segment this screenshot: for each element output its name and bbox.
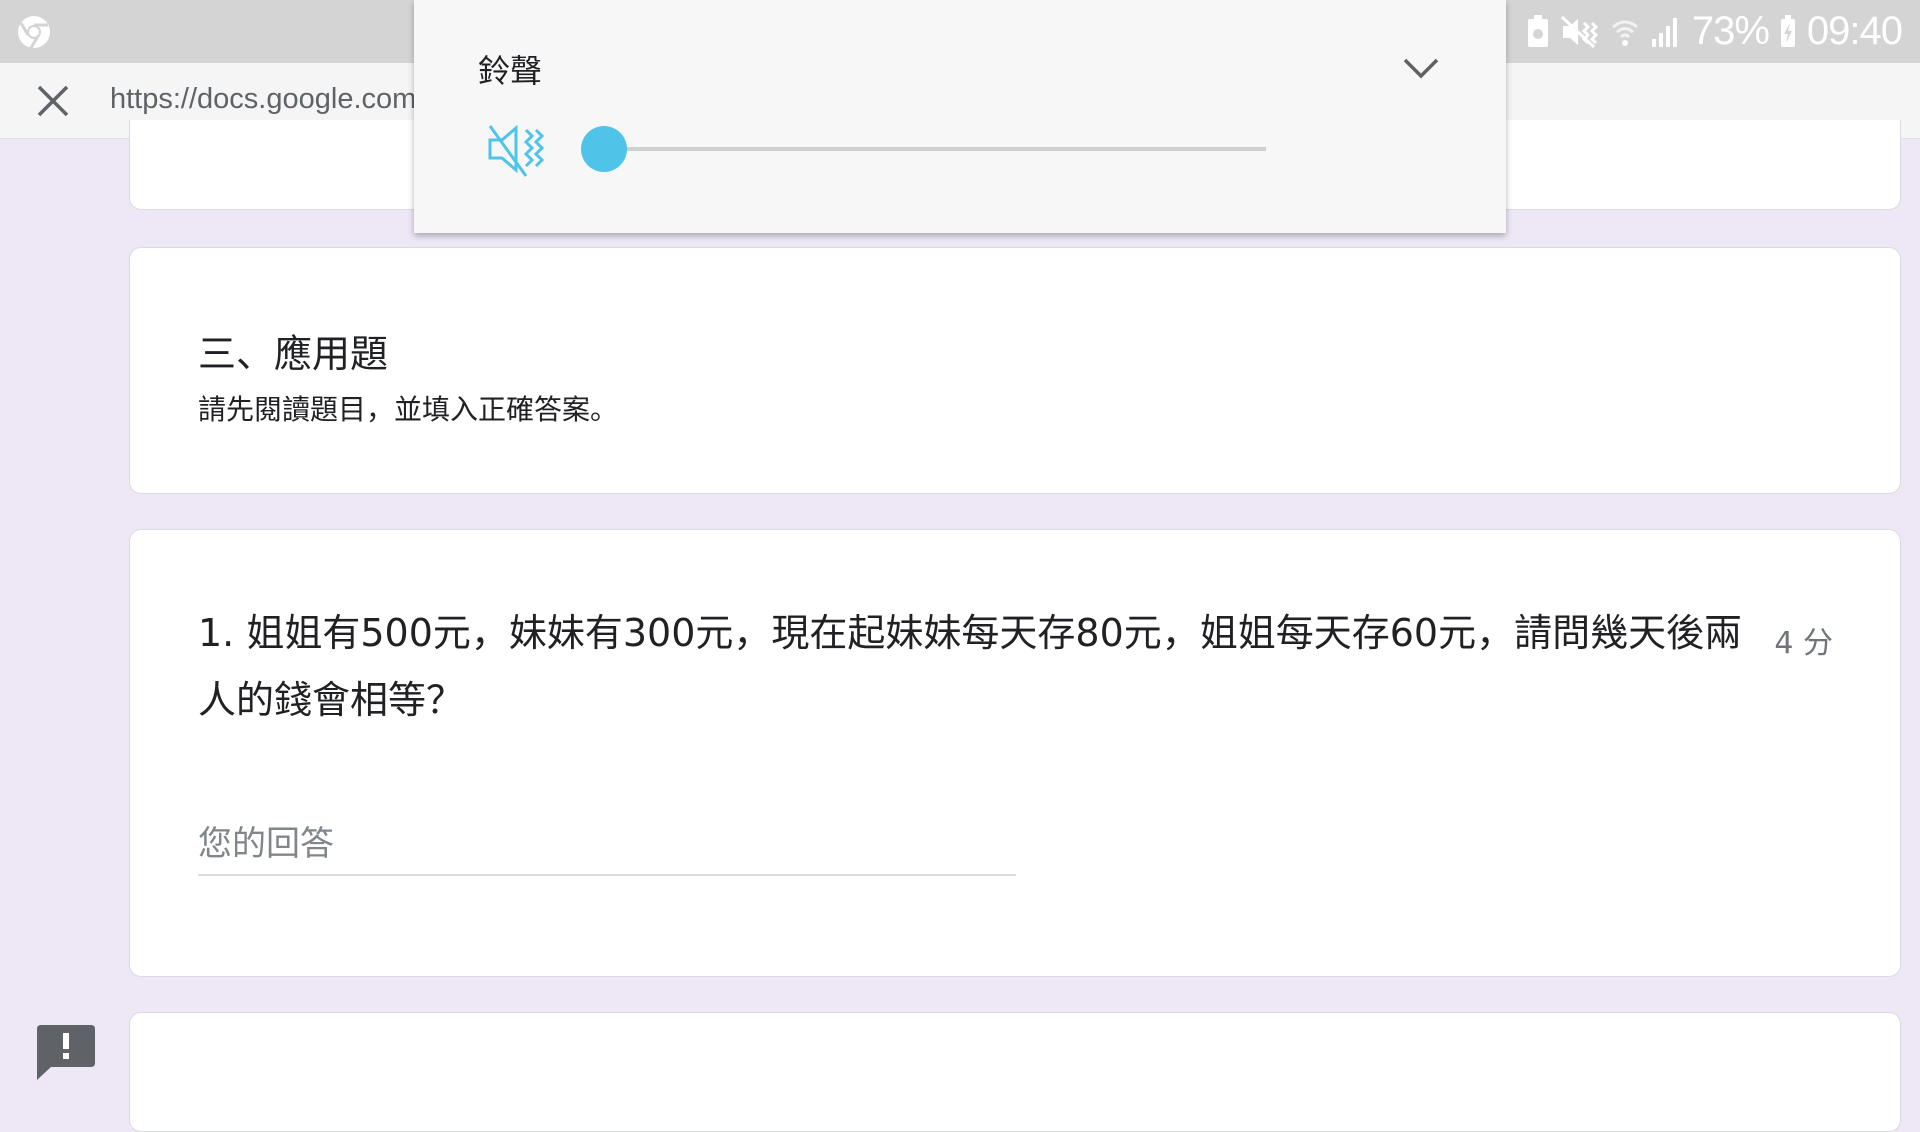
question-card: 1. 姐姐有500元，妹妹有300元，現在起妹妹每天存80元，姐姐每天存60元，… <box>129 529 1901 977</box>
battery-saver-icon <box>1527 14 1548 47</box>
signal-icon <box>1651 17 1677 47</box>
battery-percent: 73% <box>1691 9 1770 53</box>
volume-panel: 鈴聲 <box>414 0 1506 233</box>
volume-slider-track <box>586 147 1266 151</box>
section-description: 請先閱讀題目，並填入正確答案。 <box>198 393 619 426</box>
question-points: 4 分 <box>1774 626 1833 661</box>
volume-mute-icon[interactable] <box>486 118 548 180</box>
close-icon[interactable] <box>33 81 73 121</box>
feedback-icon[interactable] <box>37 1025 95 1080</box>
volume-slider-thumb[interactable] <box>581 126 627 172</box>
chrome-icon <box>18 16 50 49</box>
wifi-icon <box>1611 20 1638 46</box>
next-question-card <box>129 1012 1901 1132</box>
clock: 09:40 <box>1806 9 1903 53</box>
mute-vibrate-icon <box>1560 15 1598 48</box>
volume-slider[interactable] <box>576 126 1266 172</box>
section-card: 三、應用題 請先閱讀題目，並填入正確答案。 <box>129 247 1901 494</box>
question-text: 1. 姐姐有500元，妹妹有300元，現在起妹妹每天存80元，姐姐每天存60元，… <box>198 611 1743 722</box>
answer-input[interactable] <box>198 814 1016 876</box>
page-url[interactable]: https://docs.google.com <box>110 83 416 116</box>
chevron-down-icon[interactable] <box>1399 48 1443 88</box>
section-title: 三、應用題 <box>198 332 389 376</box>
volume-stream-label: 鈴聲 <box>478 52 543 90</box>
status-indicators: 73% 09:40 <box>1526 0 1903 63</box>
charging-icon <box>1780 14 1795 47</box>
